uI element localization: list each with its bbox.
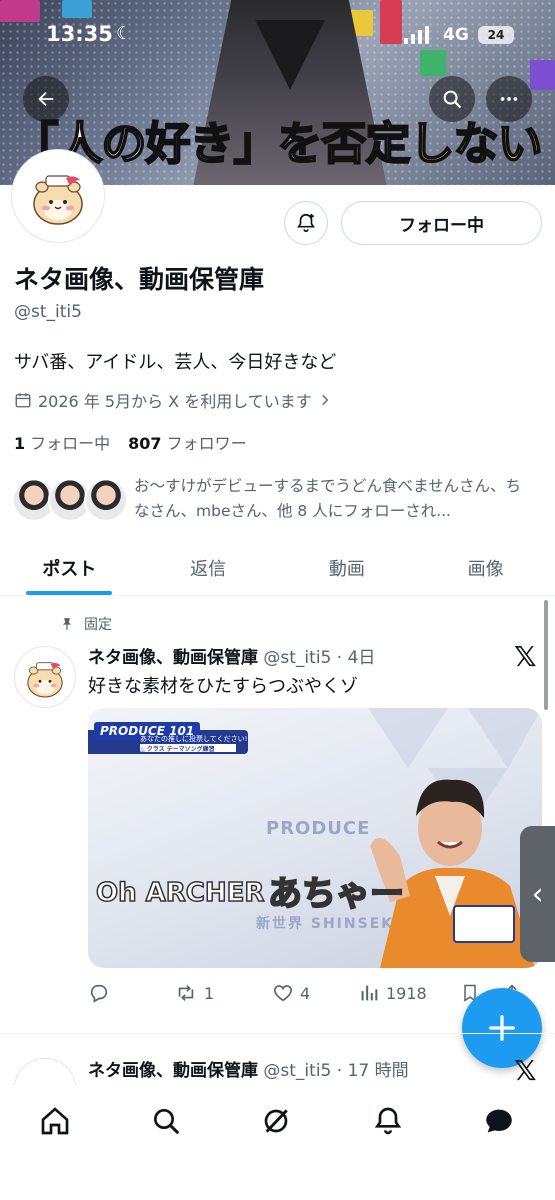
post-author[interactable]: ネタ画像、動画保管庫 [88, 648, 258, 668]
search-button[interactable] [429, 76, 475, 122]
profile-bio: サバ番、アイドル、芸人、今日好きなど [14, 352, 337, 373]
profile-avatar[interactable] [12, 150, 104, 242]
bell-icon [374, 1107, 402, 1135]
tab-label: 画像 [467, 558, 504, 580]
views-icon [361, 985, 378, 1001]
tab-label: ポスト [42, 558, 97, 580]
plus-icon [489, 1015, 515, 1041]
profile-handle: @st_iti5 [14, 302, 82, 322]
following-count: 1 [14, 434, 26, 453]
banner-block [62, 0, 92, 18]
post-media[interactable]: PRODUCE 101 あなたの推しに投票してください! △ クラス テーマソン… [88, 708, 542, 968]
views-button[interactable]: 1918 [358, 982, 460, 1004]
joined-date[interactable]: 2026 年 5月から X を利用しています [14, 388, 332, 412]
media-hud-text: あなたの推しに投票してください! [140, 735, 248, 743]
media-watermark-top: PRODUCE [266, 818, 371, 839]
nav-messages[interactable] [479, 1101, 519, 1141]
arrow-left-icon [38, 91, 54, 107]
media-person [370, 779, 535, 968]
reply-button[interactable] [88, 982, 174, 1004]
profile-name: ネタ画像、動画保管庫 [14, 265, 265, 294]
chevron-left-icon: ‹ [531, 876, 544, 912]
views-count: 1918 [386, 983, 427, 1003]
tab-images[interactable]: 画像 [416, 540, 555, 595]
tab-posts[interactable]: ポスト [0, 540, 139, 595]
status-network: 4G [443, 25, 469, 45]
post-text: 好きな素材をひたすらつぶやくゾ [88, 676, 358, 697]
followed-by[interactable]: お〜すけがデビューするまでうどん食べませんさん、ち なさん、mbeさん、他 8 … [12, 474, 542, 526]
repost-count: 1 [204, 983, 215, 1003]
side-panel-handle[interactable]: ‹ [520, 826, 555, 962]
more-icon [500, 97, 518, 101]
like-count: 4 [300, 983, 311, 1003]
pin-icon [62, 618, 72, 630]
reply-icon [90, 984, 108, 1003]
status-bar: 13:35 ☾ 4G 24 [0, 22, 555, 52]
tab-videos[interactable]: 動画 [278, 540, 417, 595]
follower-avatar [84, 478, 128, 522]
banner-block [530, 60, 555, 90]
post-header: ネタ画像、動画保管庫 @st_iti5 · 4日 [88, 643, 375, 668]
repost-icon [178, 985, 194, 1001]
tab-replies[interactable]: 返信 [139, 540, 278, 595]
post-avatar[interactable] [14, 646, 76, 708]
search-icon [443, 90, 461, 108]
pinned-indicator: 固定 [60, 614, 112, 634]
heart-icon [273, 985, 293, 1002]
tab-indicator [26, 591, 113, 595]
home-icon [41, 1107, 69, 1135]
profile-tabs: ポスト 返信 動画 画像 [0, 540, 555, 596]
notify-button[interactable] [284, 201, 328, 245]
media-hud-subtext: △ クラス テーマソング練習 [140, 744, 236, 753]
battery-icon: 24 [478, 26, 514, 44]
calendar-icon [15, 393, 31, 408]
follow-counts: 1 フォロー中 807 フォロワー [14, 430, 247, 454]
moon-icon: ☾ [116, 23, 133, 44]
chevron-right-icon [321, 394, 329, 406]
following-button[interactable]: フォロー中 [341, 201, 542, 245]
like-button[interactable]: 4 [272, 982, 358, 1004]
media-caption-right: あちゃー [267, 873, 405, 915]
grok-icon [264, 1109, 288, 1133]
tab-label: 動画 [328, 558, 365, 580]
media-caption-left: Oh ARCHER [95, 877, 265, 909]
repost-button[interactable]: 1 [174, 982, 272, 1004]
followers-link[interactable]: 807 フォロワー [128, 430, 246, 454]
signal-icon [404, 26, 429, 44]
following-label: フォロー中 [30, 434, 111, 453]
following-link[interactable]: 1 フォロー中 [14, 430, 110, 454]
nav-notifications[interactable] [368, 1101, 408, 1141]
nav-home[interactable] [35, 1101, 75, 1141]
followers-count: 807 [128, 434, 162, 453]
tab-label: 返信 [190, 558, 227, 580]
back-button[interactable] [23, 76, 69, 122]
chat-bubble-icon [486, 1109, 512, 1133]
post-handle-time: @st_iti5 · 4日 [263, 648, 376, 668]
hamster-mascot-icon [33, 175, 83, 225]
x-logo-icon: 𝕏 [514, 640, 537, 673]
post-divider [0, 1033, 555, 1034]
more-button[interactable] [486, 76, 532, 122]
pinned-label: 固定 [84, 617, 112, 633]
x-logo-icon: 𝕏 [514, 1054, 537, 1087]
scrollbar[interactable] [544, 600, 548, 710]
post-avatar[interactable] [14, 1058, 76, 1088]
post-handle-time: @st_iti5 · 17 時間 [263, 1061, 409, 1081]
status-time: 13:35 [46, 22, 113, 46]
post-header: ネタ画像、動画保管庫 @st_iti5 · 17 時間 [88, 1056, 409, 1081]
joined-date-text: 2026 年 5月から X を利用しています [38, 392, 312, 411]
post-author[interactable]: ネタ画像、動画保管庫 [88, 1061, 258, 1081]
nav-grok[interactable] [256, 1101, 296, 1141]
followed-by-text: お〜すけがデビューするまでうどん食べませんさん、ち なさん、mbeさん、他 8 … [134, 477, 522, 520]
bottom-nav [0, 1085, 555, 1200]
nav-search[interactable] [146, 1101, 186, 1141]
hamster-mascot-icon [27, 662, 63, 698]
followers-label: フォロワー [166, 434, 247, 453]
bell-plus-icon [297, 213, 315, 233]
banner-block [0, 0, 40, 22]
banner-block [420, 50, 446, 76]
search-icon [154, 1109, 179, 1134]
